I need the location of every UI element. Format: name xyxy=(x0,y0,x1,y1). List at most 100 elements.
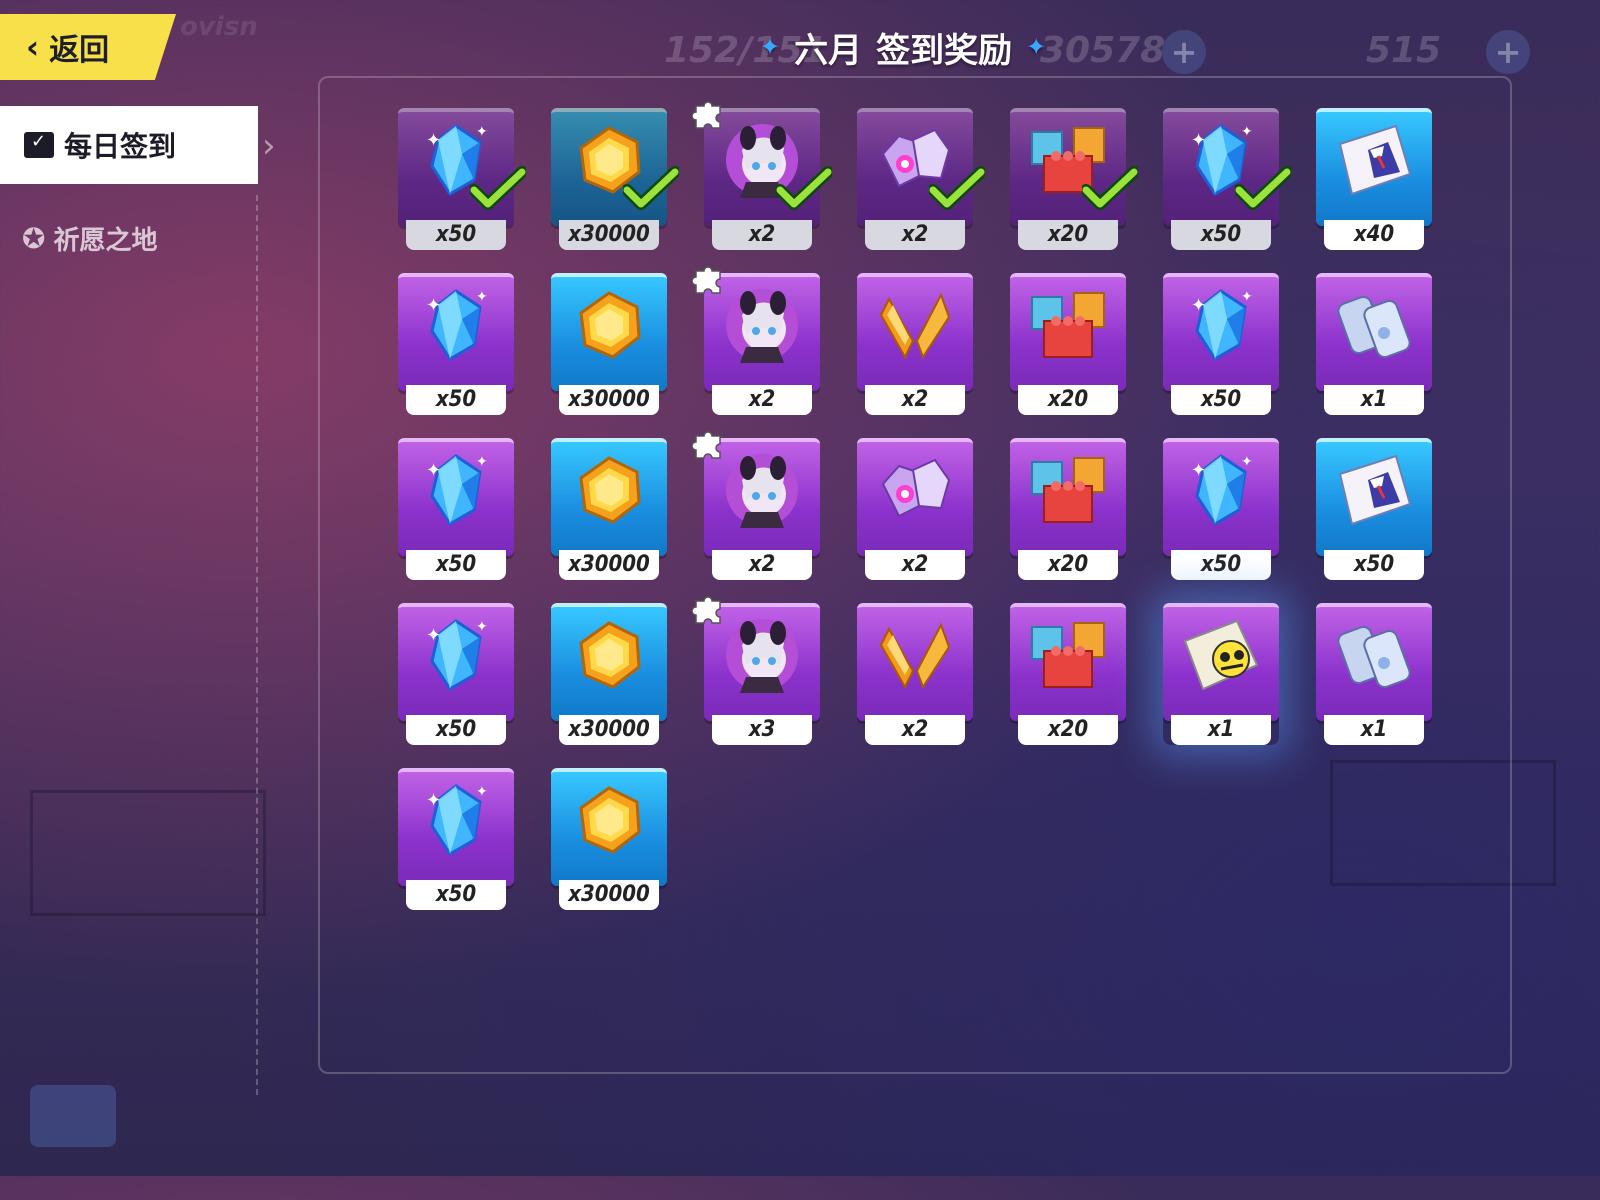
reward-card-gem-ore[interactable]: x2 xyxy=(857,108,987,250)
reward-quantity: x50 xyxy=(1171,550,1271,580)
reward-card-crystal[interactable]: ✦ ✦ x50 xyxy=(398,768,514,910)
crystal-icon: ✦ ✦ xyxy=(416,615,496,695)
reward-quantity: x2 xyxy=(712,550,812,580)
crystal-icon: ✦ ✦ xyxy=(416,450,496,530)
chevron-left-icon: ‹ xyxy=(26,28,40,66)
blocks-icon xyxy=(1028,285,1108,365)
svg-text:✦: ✦ xyxy=(1241,454,1253,470)
reward-card-pet-card[interactable]: x1 xyxy=(1163,603,1279,745)
svg-text:✦: ✦ xyxy=(476,784,488,800)
pet-card-icon xyxy=(1181,615,1261,695)
reward-quantity: x20 xyxy=(1018,715,1118,745)
reward-card-blocks[interactable]: x20 xyxy=(1010,273,1126,415)
reward-quantity: x30000 xyxy=(559,385,659,415)
svg-text:✦: ✦ xyxy=(1241,289,1253,305)
reward-card-crystal[interactable]: ✦ ✦ x50 xyxy=(398,108,528,250)
checkmark-icon xyxy=(927,166,987,212)
reward-card-blocks[interactable]: x20 xyxy=(1010,108,1140,250)
crystal-icon: ✦ ✦ xyxy=(1181,450,1261,530)
sparkle-icon: ✦ xyxy=(1026,33,1047,61)
svg-text:✦: ✦ xyxy=(426,130,441,151)
bg-stat-3: 515 xyxy=(1366,30,1442,71)
reward-card-blocks[interactable]: x20 xyxy=(1010,603,1126,745)
svg-text:✦: ✦ xyxy=(476,289,488,305)
reward-quantity: x2 xyxy=(712,220,812,250)
reward-card-coin[interactable]: x30000 xyxy=(551,273,667,415)
reward-quantity: x2 xyxy=(712,385,812,415)
sidebar-item-label: 每日签到 xyxy=(64,130,177,163)
reward-quantity: x3 xyxy=(712,715,812,745)
checkmark-icon xyxy=(1080,166,1140,212)
puzzle-piece-icon xyxy=(691,263,726,297)
reward-card-canister[interactable]: x1 xyxy=(1316,273,1432,415)
chat-button[interactable] xyxy=(30,1085,116,1147)
reward-quantity: x30000 xyxy=(559,880,659,910)
puzzle-piece-icon xyxy=(691,98,726,132)
crystal-icon: ✦ ✦ xyxy=(416,285,496,365)
star-wish-icon: ✪ xyxy=(22,222,46,255)
outfit-card-icon xyxy=(1334,120,1414,200)
reward-card-blocks[interactable]: x20 xyxy=(1010,438,1126,580)
bg-plus-icon: + xyxy=(1486,30,1530,74)
bg-watermark: ovisn xyxy=(180,12,258,42)
gem-ore-icon xyxy=(875,450,955,530)
outfit-card-icon xyxy=(1334,450,1414,530)
reward-card-coin[interactable]: x30000 xyxy=(551,768,667,910)
reward-card-shard[interactable]: x2 xyxy=(857,603,973,745)
reward-quantity: x30000 xyxy=(559,715,659,745)
reward-card-fragment[interactable]: x2 xyxy=(691,266,820,415)
reward-card-coin[interactable]: x30000 xyxy=(551,603,667,745)
fragment-icon xyxy=(722,285,802,365)
svg-text:✦: ✦ xyxy=(426,790,441,811)
reward-card-coin[interactable]: x30000 xyxy=(551,438,667,580)
reward-card-fragment[interactable]: x3 xyxy=(691,596,820,745)
reward-quantity: x2 xyxy=(865,550,965,580)
reward-card-crystal[interactable]: ✦ ✦ x50 xyxy=(1163,108,1293,250)
svg-text:✦: ✦ xyxy=(1191,130,1206,151)
reward-quantity: x1 xyxy=(1324,715,1424,745)
canister-icon xyxy=(1334,285,1414,365)
reward-card-shard[interactable]: x2 xyxy=(857,273,973,415)
reward-quantity: x30000 xyxy=(559,220,659,250)
coin-icon xyxy=(569,450,649,530)
shard-icon xyxy=(875,285,955,365)
reward-card-crystal[interactable]: ✦ ✦ x50 xyxy=(398,438,514,580)
svg-text:✦: ✦ xyxy=(426,460,441,481)
reward-quantity: x40 xyxy=(1324,220,1424,250)
reward-card-outfit-card[interactable]: x50 xyxy=(1316,438,1432,580)
checkmark-icon xyxy=(1233,166,1293,212)
blocks-icon xyxy=(1028,450,1108,530)
sidebar-item-daily-checkin[interactable]: 每日签到 xyxy=(0,106,258,184)
back-button[interactable]: ‹ 返回 xyxy=(0,14,176,80)
reward-card-crystal[interactable]: ✦ ✦ x50 xyxy=(398,273,514,415)
bg-plus-icon: + xyxy=(1162,30,1206,74)
reward-quantity: x50 xyxy=(1324,550,1424,580)
page-title: ✦ 六月 签到奖励 ✦ xyxy=(760,22,1046,72)
reward-card-fragment[interactable]: x2 xyxy=(691,431,820,580)
chevron-right-icon: › xyxy=(262,126,276,166)
reward-card-coin[interactable]: x30000 xyxy=(551,108,681,250)
shard-icon xyxy=(875,615,955,695)
calendar-check-icon xyxy=(24,131,54,158)
reward-card-crystal[interactable]: ✦ ✦ x50 xyxy=(1163,273,1279,415)
reward-card-fragment[interactable]: x2 xyxy=(691,101,834,250)
reward-quantity: x2 xyxy=(865,385,965,415)
checkmark-icon xyxy=(774,166,834,212)
fragment-icon xyxy=(722,615,802,695)
coin-icon xyxy=(569,615,649,695)
reward-card-canister[interactable]: x1 xyxy=(1316,603,1432,745)
reward-card-crystal[interactable]: ✦ ✦ x50 xyxy=(1163,438,1279,580)
reward-card-crystal[interactable]: ✦ ✦ x50 xyxy=(398,603,514,745)
reward-quantity: x50 xyxy=(1171,385,1271,415)
sidebar-item-label: 祈愿之地 xyxy=(53,226,158,256)
reward-card-gem-ore[interactable]: x2 xyxy=(857,438,973,580)
reward-quantity: x1 xyxy=(1324,385,1424,415)
bg-stat-2: 30578 xyxy=(1040,30,1166,71)
reward-quantity: x50 xyxy=(406,715,506,745)
reward-quantity: x20 xyxy=(1018,550,1118,580)
svg-text:✦: ✦ xyxy=(476,454,488,470)
sidebar-item-wish-land[interactable]: ✪ 祈愿之地 xyxy=(22,220,157,257)
fragment-icon xyxy=(722,450,802,530)
reward-card-outfit-card[interactable]: x40 xyxy=(1316,108,1432,250)
reward-quantity: x30000 xyxy=(559,550,659,580)
